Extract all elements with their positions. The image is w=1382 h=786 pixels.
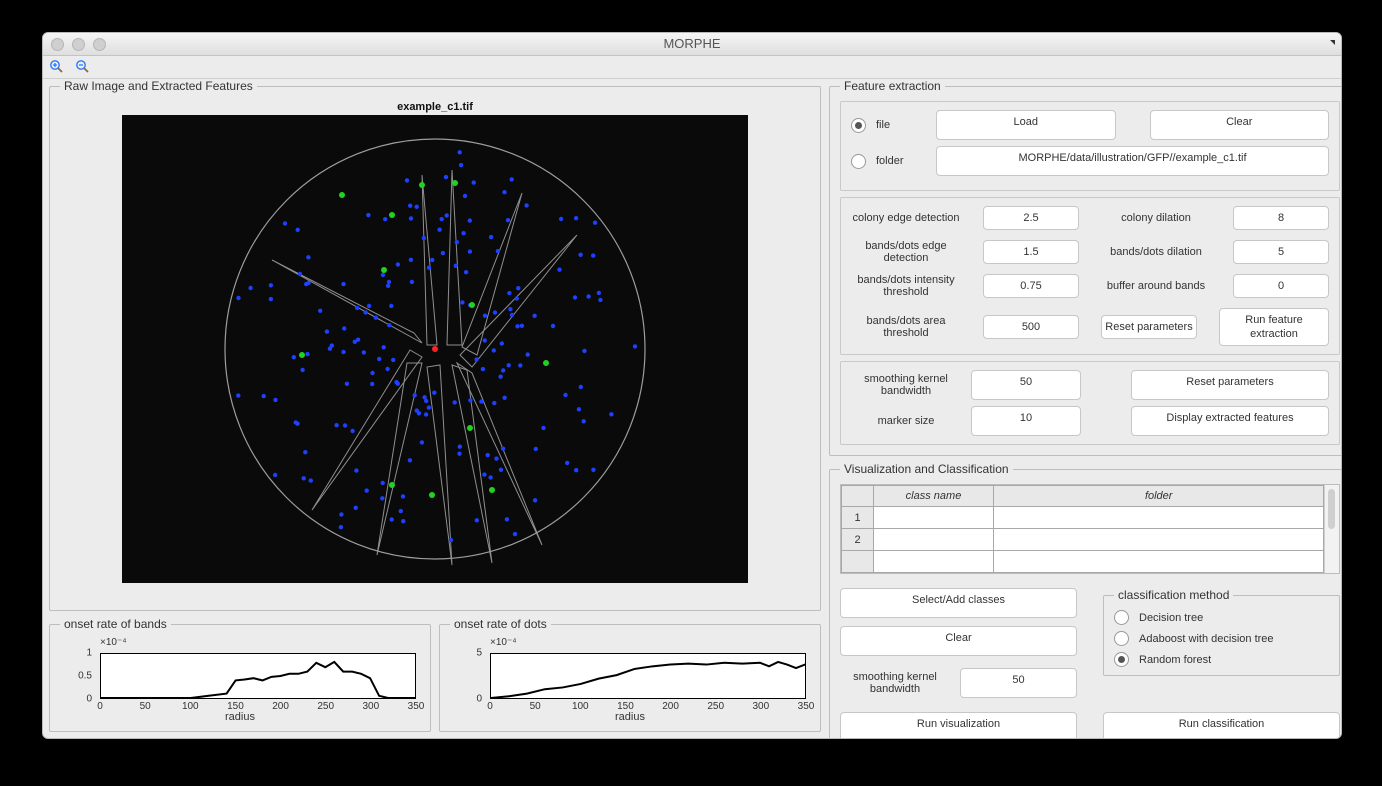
display-features-button[interactable]: Display extracted features — [1131, 406, 1329, 436]
buffer-input[interactable]: 0 — [1233, 274, 1329, 298]
bd-dilation-label: bands/dots dilation — [1101, 246, 1211, 258]
clear-classes-button[interactable]: Clear — [840, 626, 1077, 656]
load-button[interactable]: Load — [936, 110, 1116, 140]
marker-size-label: marker size — [851, 415, 961, 427]
colony-edge-input[interactable]: 2.5 — [983, 206, 1079, 230]
toolbar-overflow-icon[interactable] — [1330, 40, 1335, 45]
random-forest-radio[interactable] — [1114, 652, 1129, 667]
bands-plot-title: onset rate of bands — [60, 617, 171, 631]
bd-intensity-input[interactable]: 0.75 — [983, 274, 1079, 298]
adaboost-radio[interactable] — [1114, 631, 1129, 646]
class-table-col-classname: class name — [874, 486, 994, 507]
buffer-label: buffer around bands — [1101, 280, 1211, 292]
reset-display-parameters-button[interactable]: Reset parameters — [1131, 370, 1329, 400]
colony-dilation-label: colony dilation — [1101, 212, 1211, 224]
adaboost-label: Adaboost with decision tree — [1139, 633, 1274, 645]
vc-smooth-label: smoothing kernel bandwidth — [840, 671, 950, 695]
classification-method-legend: classification method — [1114, 588, 1233, 602]
decision-tree-radio[interactable] — [1114, 610, 1129, 625]
bd-area-input[interactable]: 500 — [983, 315, 1079, 339]
marker-size-input[interactable]: 10 — [971, 406, 1081, 436]
bd-edge-input[interactable]: 1.5 — [983, 240, 1079, 264]
colony-overlay-svg — [122, 115, 748, 583]
maximize-window-icon[interactable] — [93, 38, 106, 51]
display-subpanel: smoothing kernel bandwidth 50 Reset para… — [840, 361, 1340, 445]
visualization-classification-panel: Visualization and Classification class n… — [829, 462, 1342, 739]
run-classification-button[interactable]: Run classification — [1103, 712, 1340, 739]
smooth-bw-input[interactable]: 50 — [971, 370, 1081, 400]
params-subpanel: colony edge detection 2.5 colony dilatio… — [840, 197, 1340, 355]
dots-plot-axes[interactable]: ×10⁻⁴ 05 050100150200250300350 radius — [450, 639, 810, 721]
bands-plot-panel: onset rate of bands ×10⁻⁴ 00.51 05010015… — [49, 617, 431, 732]
table-row[interactable]: 1 — [842, 507, 1324, 529]
reset-parameters-button[interactable]: Reset parameters — [1101, 315, 1197, 339]
table-row[interactable]: 2 — [842, 529, 1324, 551]
minimize-window-icon[interactable] — [72, 38, 85, 51]
bands-plot-yexp: ×10⁻⁴ — [100, 637, 127, 648]
folder-radio[interactable] — [851, 154, 866, 169]
dots-plot-xlabel: radius — [450, 711, 810, 723]
bd-dilation-input[interactable]: 5 — [1233, 240, 1329, 264]
image-filename-label: example_c1.tif — [60, 101, 810, 113]
run-visualization-button[interactable]: Run visualization — [840, 712, 1077, 739]
select-add-classes-button[interactable]: Select/Add classes — [840, 588, 1077, 618]
feature-extraction-title: Feature extraction — [840, 79, 945, 93]
clear-button[interactable]: Clear — [1150, 110, 1330, 140]
class-table-wrap: class name folder 12 — [840, 484, 1340, 574]
file-folder-subpanel: file Load Clear folder MORPHE/data/illus… — [840, 101, 1340, 191]
bd-intensity-label: bands/dots intensity threshold — [851, 274, 961, 298]
file-radio-label: file — [876, 119, 926, 131]
vc-smooth-input[interactable]: 50 — [960, 668, 1077, 698]
toolbar — [43, 56, 1341, 79]
bands-plot-axes[interactable]: ×10⁻⁴ 00.51 050100150200250300350 radius — [60, 639, 420, 721]
raw-image-panel-title: Raw Image and Extracted Features — [60, 79, 257, 93]
smooth-bw-label: smoothing kernel bandwidth — [851, 373, 961, 397]
raw-image-panel: Raw Image and Extracted Features example… — [49, 79, 821, 611]
class-table[interactable]: class name folder 12 — [841, 485, 1324, 573]
classification-method-group: classification method Decision tree Adab… — [1103, 588, 1340, 676]
zoom-out-icon[interactable] — [75, 59, 91, 75]
window-title: MORPHE — [663, 36, 720, 51]
colony-dilation-input[interactable]: 8 — [1233, 206, 1329, 230]
file-radio[interactable] — [851, 118, 866, 133]
class-table-col-folder: folder — [994, 486, 1324, 507]
table-row[interactable] — [842, 551, 1324, 573]
class-table-scrollbar[interactable] — [1324, 485, 1339, 573]
run-feature-extraction-button[interactable]: Run feature extraction — [1219, 308, 1329, 346]
vis-class-title: Visualization and Classification — [840, 462, 1013, 476]
bd-area-label: bands/dots area threshold — [851, 315, 961, 339]
bands-plot-xlabel: radius — [60, 711, 420, 723]
window-controls — [51, 38, 106, 51]
dots-plot-title: onset rate of dots — [450, 617, 551, 631]
app-window: MORPHE Raw Image and Extracted Features … — [42, 32, 1342, 739]
dots-plot-yexp: ×10⁻⁴ — [490, 637, 517, 648]
close-window-icon[interactable] — [51, 38, 64, 51]
titlebar: MORPHE — [43, 33, 1341, 56]
raw-image-view[interactable] — [122, 115, 748, 583]
path-field[interactable]: MORPHE/data/illustration/GFP//example_c1… — [936, 146, 1329, 176]
colony-edge-label: colony edge detection — [851, 212, 961, 224]
dots-plot-panel: onset rate of dots ×10⁻⁴ 05 050100150200… — [439, 617, 821, 732]
feature-extraction-panel: Feature extraction file Load Clear folde… — [829, 79, 1342, 456]
bd-edge-label: bands/dots edge detection — [851, 240, 961, 264]
folder-radio-label: folder — [876, 155, 926, 167]
decision-tree-label: Decision tree — [1139, 612, 1203, 624]
random-forest-label: Random forest — [1139, 654, 1211, 666]
zoom-in-icon[interactable] — [49, 59, 65, 75]
